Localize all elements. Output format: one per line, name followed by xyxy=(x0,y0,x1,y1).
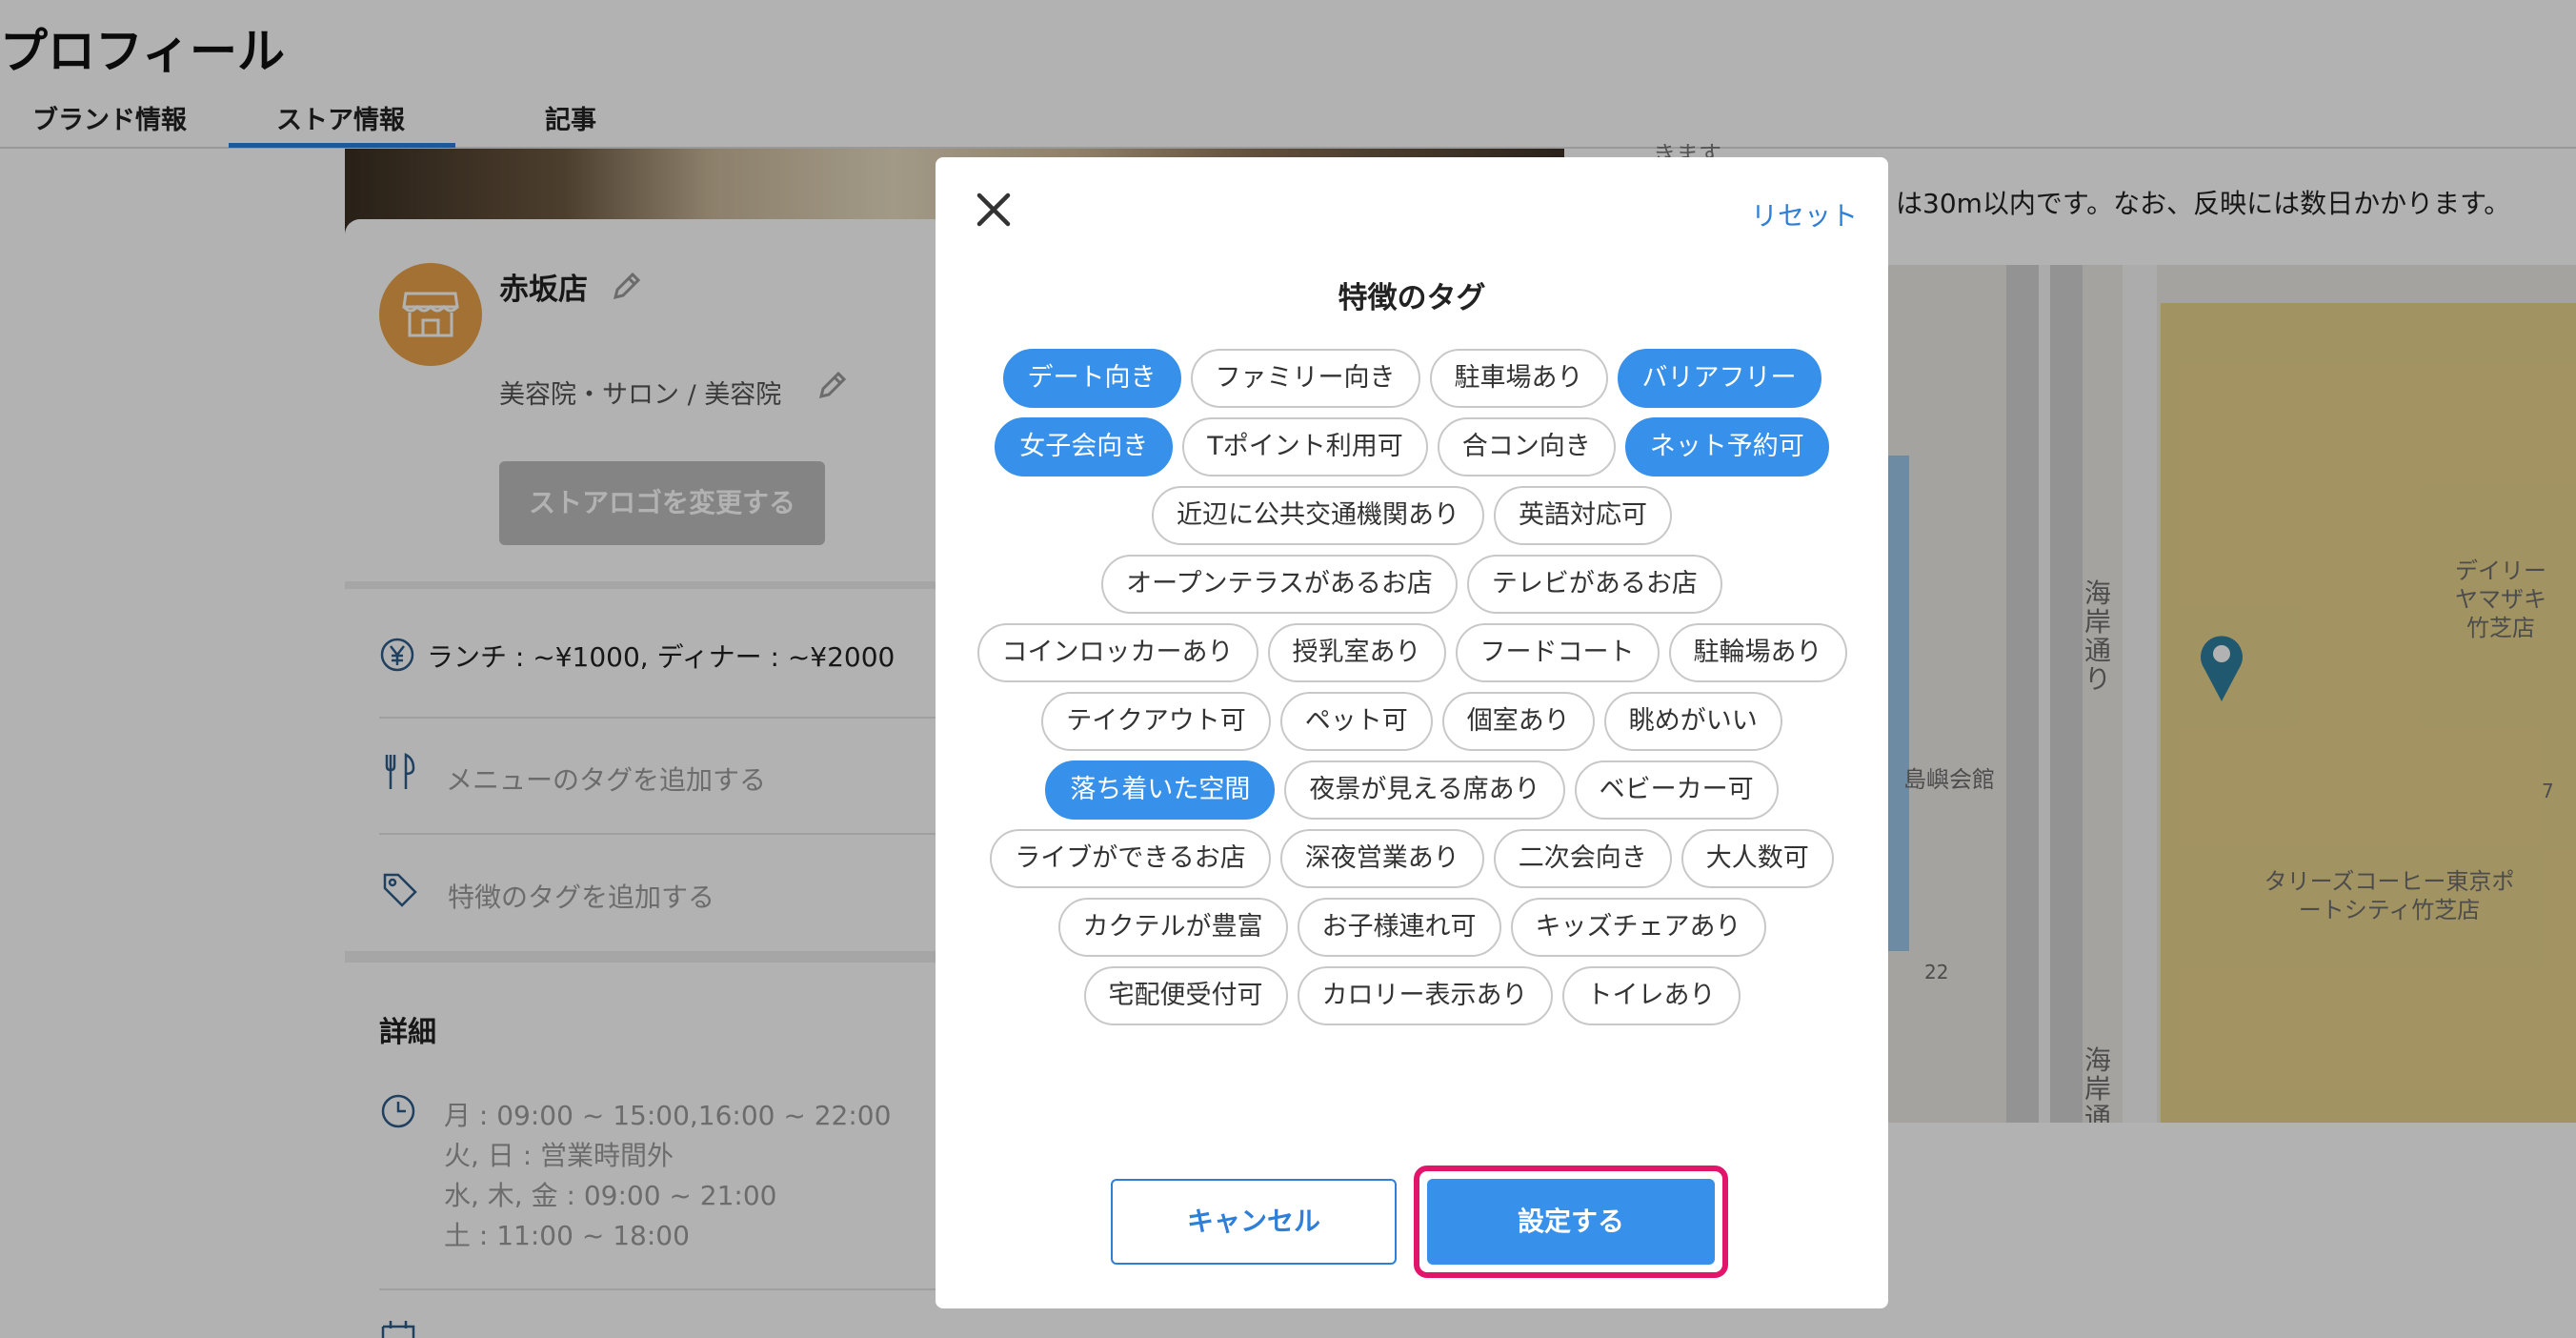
tag-chip[interactable]: フードコート xyxy=(1455,623,1660,682)
tag-chip[interactable]: カロリー表示あり xyxy=(1297,966,1553,1025)
tag-list: デート向き ファミリー向き 駐車場あり バリアフリー女子会向き Tポイント利用可 合コン向… xyxy=(974,349,1850,1025)
tag-chip[interactable]: 合コン向き xyxy=(1437,417,1616,476)
tag-chip[interactable]: 駐車場あり xyxy=(1429,349,1608,408)
tag-chip[interactable]: 授乳室あり xyxy=(1267,623,1446,682)
tag-chip[interactable]: 落ち着いた空間 xyxy=(1045,760,1276,820)
tag-chip[interactable]: デート向き xyxy=(1002,349,1181,408)
cancel-button[interactable]: キャンセル xyxy=(1111,1179,1397,1265)
close-icon[interactable] xyxy=(972,188,1016,232)
tag-chip[interactable]: 眺めがいい xyxy=(1603,692,1782,751)
reset-link[interactable]: リセット xyxy=(1751,195,1858,233)
feature-tags-dialog: リセット 特徴のタグ デート向き ファミリー向き 駐車場あり バリアフリー女子会向き T… xyxy=(936,157,1888,1308)
tag-chip[interactable]: ネット予約可 xyxy=(1624,417,1829,476)
tag-chip[interactable]: 近辺に公共交通機関あり xyxy=(1152,486,1484,545)
tag-chip[interactable]: 夜景が見える席あり xyxy=(1284,760,1565,820)
tag-chip[interactable]: ファミリー向き xyxy=(1190,349,1420,408)
tag-chip[interactable]: 宅配便受付可 xyxy=(1083,966,1288,1025)
tag-chip[interactable]: カクテルが豊富 xyxy=(1057,898,1288,957)
tag-chip[interactable]: Tポイント利用可 xyxy=(1182,417,1428,476)
tag-chip[interactable]: 大人数可 xyxy=(1680,829,1834,888)
tag-chip[interactable]: ライブができるお店 xyxy=(990,829,1271,888)
tag-chip[interactable]: バリアフリー xyxy=(1617,349,1821,408)
tag-chip[interactable]: ベビーカー可 xyxy=(1574,760,1779,820)
dialog-title: 特徴のタグ xyxy=(1338,281,1486,315)
tag-chip[interactable]: 深夜営業あり xyxy=(1279,829,1484,888)
tag-chip[interactable]: お子様連れ可 xyxy=(1297,898,1501,957)
tag-chip[interactable]: オープンテラスがあるお店 xyxy=(1101,555,1458,614)
tag-chip[interactable]: 英語対応可 xyxy=(1494,486,1672,545)
tag-chip[interactable]: テイクアウト可 xyxy=(1041,692,1271,751)
tag-chip[interactable]: 駐輪場あり xyxy=(1668,623,1847,682)
tag-chip[interactable]: トイレあり xyxy=(1561,966,1741,1025)
tag-chip[interactable]: 個室あり xyxy=(1441,692,1595,751)
tag-chip[interactable]: 女子会向き xyxy=(995,417,1174,476)
tag-chip[interactable]: コインロッカーあり xyxy=(976,623,1258,682)
tag-chip[interactable]: キッズチェアあり xyxy=(1510,898,1766,957)
tag-chip[interactable]: ペット可 xyxy=(1279,692,1433,751)
tag-chip[interactable]: テレビがあるお店 xyxy=(1466,555,1722,614)
submit-button[interactable]: 設定する xyxy=(1427,1179,1715,1265)
tag-chip[interactable]: 二次会向き xyxy=(1493,829,1672,888)
